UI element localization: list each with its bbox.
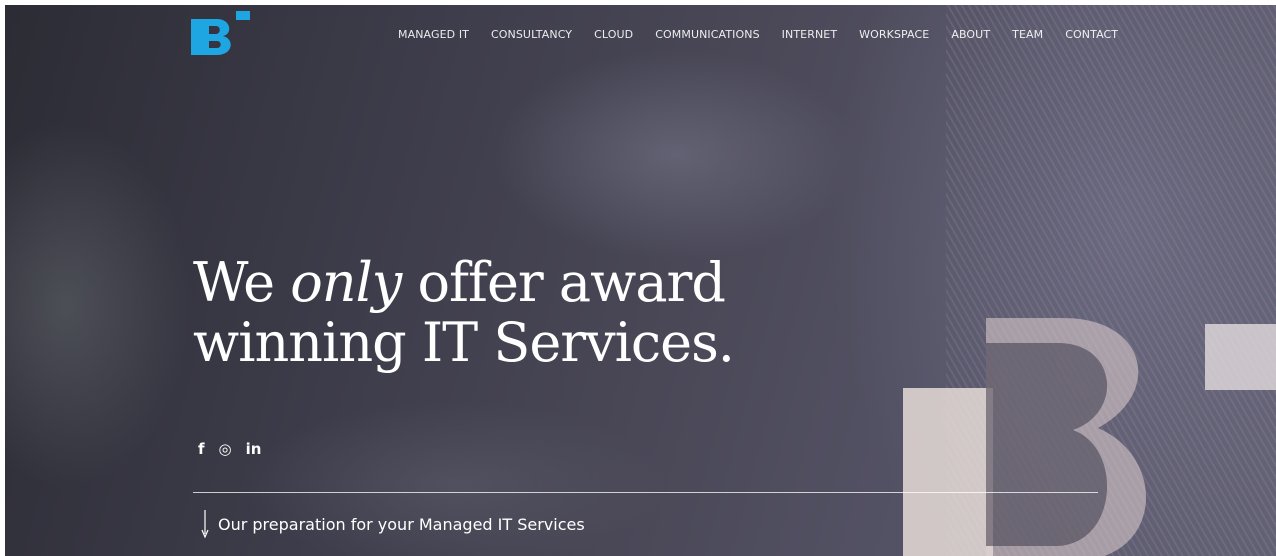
hero-divider (193, 492, 1098, 493)
nav-about[interactable]: ABOUT (951, 28, 990, 41)
social-links: f ◎ in (198, 440, 261, 458)
nav-managed-it[interactable]: MANAGED IT (398, 28, 469, 41)
nav-consultancy[interactable]: CONSULTANCY (491, 28, 572, 41)
arrow-down-icon (201, 510, 209, 538)
nav-workspace[interactable]: WORKSPACE (859, 28, 929, 41)
nav-team[interactable]: TEAM (1012, 28, 1043, 41)
scroll-cue[interactable]: Our preparation for your Managed IT Serv… (200, 510, 585, 538)
headline-part2: offer award (401, 251, 725, 314)
main-navigation: MANAGED IT CONSULTANCY CLOUD COMMUNICATI… (398, 28, 1140, 41)
scroll-cue-label: Our preparation for your Managed IT Serv… (218, 514, 585, 534)
nav-communications[interactable]: COMMUNICATIONS (655, 28, 759, 41)
instagram-icon[interactable]: ◎ (219, 440, 232, 458)
headline-emphasis: only (290, 251, 402, 314)
nav-contact[interactable]: CONTACT (1065, 28, 1118, 41)
nav-cloud[interactable]: CLOUD (594, 28, 633, 41)
headline-line2: winning IT Services. (193, 311, 735, 374)
headline-part1: We (193, 251, 291, 314)
brand-logo[interactable] (187, 11, 251, 57)
facebook-icon[interactable]: f (198, 440, 205, 458)
hero-headline: We only offer award winning IT Services. (193, 251, 735, 374)
large-brand-mark (903, 318, 1276, 556)
nav-internet[interactable]: INTERNET (782, 28, 837, 41)
linkedin-icon[interactable]: in (246, 440, 262, 458)
